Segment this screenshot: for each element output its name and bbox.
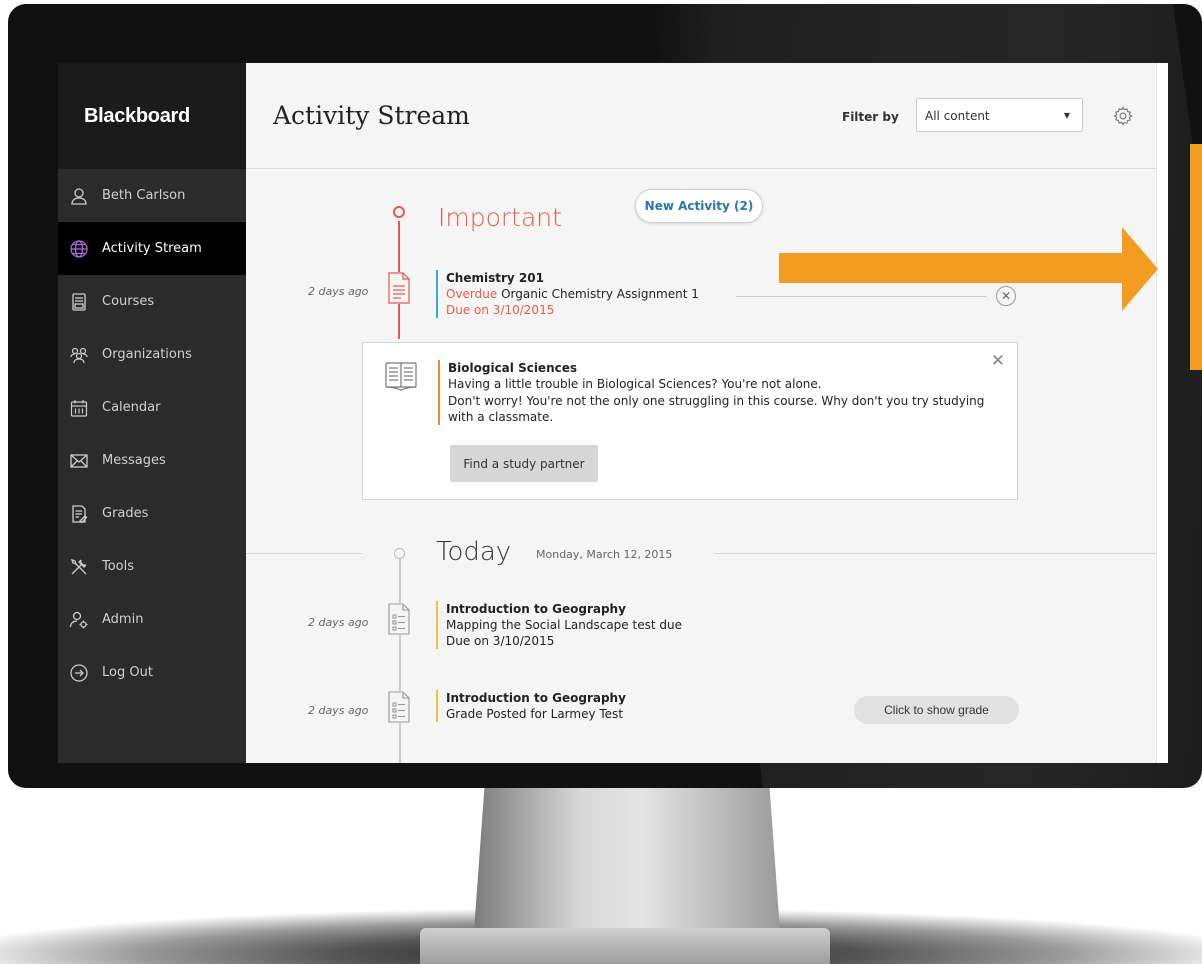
test-doc-icon (387, 603, 411, 635)
today-divider (246, 553, 1156, 593)
important-item[interactable]: Chemistry 201 Overdue Organic Chemistry … (436, 270, 699, 318)
card-headline: Having a little trouble in Biological Sc… (448, 377, 822, 391)
main-content: Activity Stream Filter by All content ▼ … (246, 63, 1168, 763)
sidebar-item-label: Log Out (102, 665, 153, 680)
card-body: Don't worry! You're not the only one str… (448, 394, 985, 424)
user-icon (68, 185, 90, 207)
filter-select[interactable]: All content ▼ (916, 98, 1083, 132)
annotation-side-bar (1190, 144, 1202, 370)
sidebar-item-messages[interactable]: Messages (58, 434, 246, 487)
admin-icon (68, 609, 90, 631)
assignment-doc-icon (387, 272, 411, 304)
sidebar-item-label: Tools (102, 559, 135, 574)
globe-icon (68, 238, 90, 260)
sidebar-item-beth-carlson[interactable]: Beth Carlson (58, 169, 246, 222)
timeline-node-important (393, 206, 405, 218)
today-item[interactable]: Introduction to Geography Grade Posted f… (436, 690, 626, 722)
annotation-arrow-shaft (779, 253, 1124, 283)
page-header: Activity Stream Filter by All content ▼ (246, 63, 1156, 169)
important-heading: Important (438, 203, 562, 232)
logout-icon (68, 662, 90, 684)
sidebar-item-courses[interactable]: Courses (58, 275, 246, 328)
timeline-line-today (399, 559, 401, 763)
dismiss-circle-x-icon[interactable]: ✕ (996, 286, 1016, 306)
filter-label: Filter by (842, 110, 899, 124)
today-item[interactable]: Introduction to Geography Mapping the So… (436, 601, 682, 649)
study-partner-card: ✕ Biological Sciences Having a little tr… (362, 342, 1018, 500)
sidebar-item-grades[interactable]: Grades (58, 487, 246, 540)
courses-icon (68, 291, 90, 313)
divider-right (714, 553, 1156, 554)
find-study-partner-button[interactable]: Find a study partner (450, 445, 598, 482)
item-name: Organic Chemistry Assignment 1 (501, 287, 699, 301)
filter-value: All content (925, 109, 990, 123)
item-time: 2 days ago (308, 704, 369, 717)
sidebar-item-label: Beth Carlson (102, 188, 186, 203)
monitor-bezel: Blackboard Beth Carlson Activity Stream … (8, 4, 1202, 788)
sidebar-item-admin[interactable]: Admin (58, 593, 246, 646)
caret-down-icon: ▼ (1063, 111, 1070, 120)
divider-left (246, 553, 362, 554)
sidebar-item-label: Activity Stream (102, 241, 202, 256)
sidebar-item-organizations[interactable]: Organizations (58, 328, 246, 381)
brand-logo: Blackboard (58, 63, 246, 169)
show-grade-button[interactable]: Click to show grade (854, 696, 1019, 724)
today-heading: Today (436, 537, 512, 567)
sidebar-item-activity-stream[interactable]: Activity Stream (58, 222, 246, 275)
sidebar-item-label: Admin (102, 612, 144, 627)
sidebar-item-label: Organizations (102, 347, 192, 362)
new-activity-button[interactable]: New Activity (2) (635, 189, 763, 223)
item-line: Grade Posted for Larmey Test (446, 707, 624, 721)
grade-doc-icon (387, 691, 411, 723)
item-course: Chemistry 201 (446, 271, 544, 285)
calendar-icon (68, 397, 90, 419)
item-due: Due on 3/10/2015 (446, 634, 555, 648)
today-date: Monday, March 12, 2015 (536, 548, 673, 561)
page-title: Activity Stream (273, 101, 470, 130)
sidebar-item-label: Messages (102, 453, 166, 468)
screen: Blackboard Beth Carlson Activity Stream … (58, 63, 1168, 763)
book-icon (385, 362, 417, 391)
sidebar-item-label: Grades (102, 506, 149, 521)
sidebar-item-calendar[interactable]: Calendar (58, 381, 246, 434)
sidebar-item-tools[interactable]: Tools (58, 540, 246, 593)
item-line: Mapping the Social Landscape test due (446, 618, 682, 632)
sidebar: Blackboard Beth Carlson Activity Stream … (58, 63, 246, 763)
item-time: 2 days ago (308, 616, 369, 629)
item-due: Due on 3/10/2015 (446, 303, 555, 317)
monitor-foot (420, 928, 830, 964)
timeline-node-today (394, 548, 405, 559)
scrollbar[interactable] (1156, 63, 1168, 763)
item-course: Introduction to Geography (446, 691, 626, 705)
organizations-icon (68, 344, 90, 366)
dismiss-line (736, 296, 986, 297)
envelope-icon (68, 450, 90, 472)
tools-icon (68, 556, 90, 578)
overdue-label: Overdue (446, 287, 498, 301)
card-text: Biological Sciences Having a little trou… (438, 360, 998, 425)
annotation-arrow-head (1122, 227, 1158, 311)
sidebar-item-label: Courses (102, 294, 155, 309)
card-course: Biological Sciences (448, 361, 578, 375)
grades-icon (68, 503, 90, 525)
sidebar-item-label: Calendar (102, 400, 161, 415)
sidebar-item-log-out[interactable]: Log Out (58, 646, 246, 699)
gear-icon[interactable] (1112, 105, 1134, 127)
item-time: 2 days ago (308, 285, 369, 298)
item-course: Introduction to Geography (446, 602, 626, 616)
